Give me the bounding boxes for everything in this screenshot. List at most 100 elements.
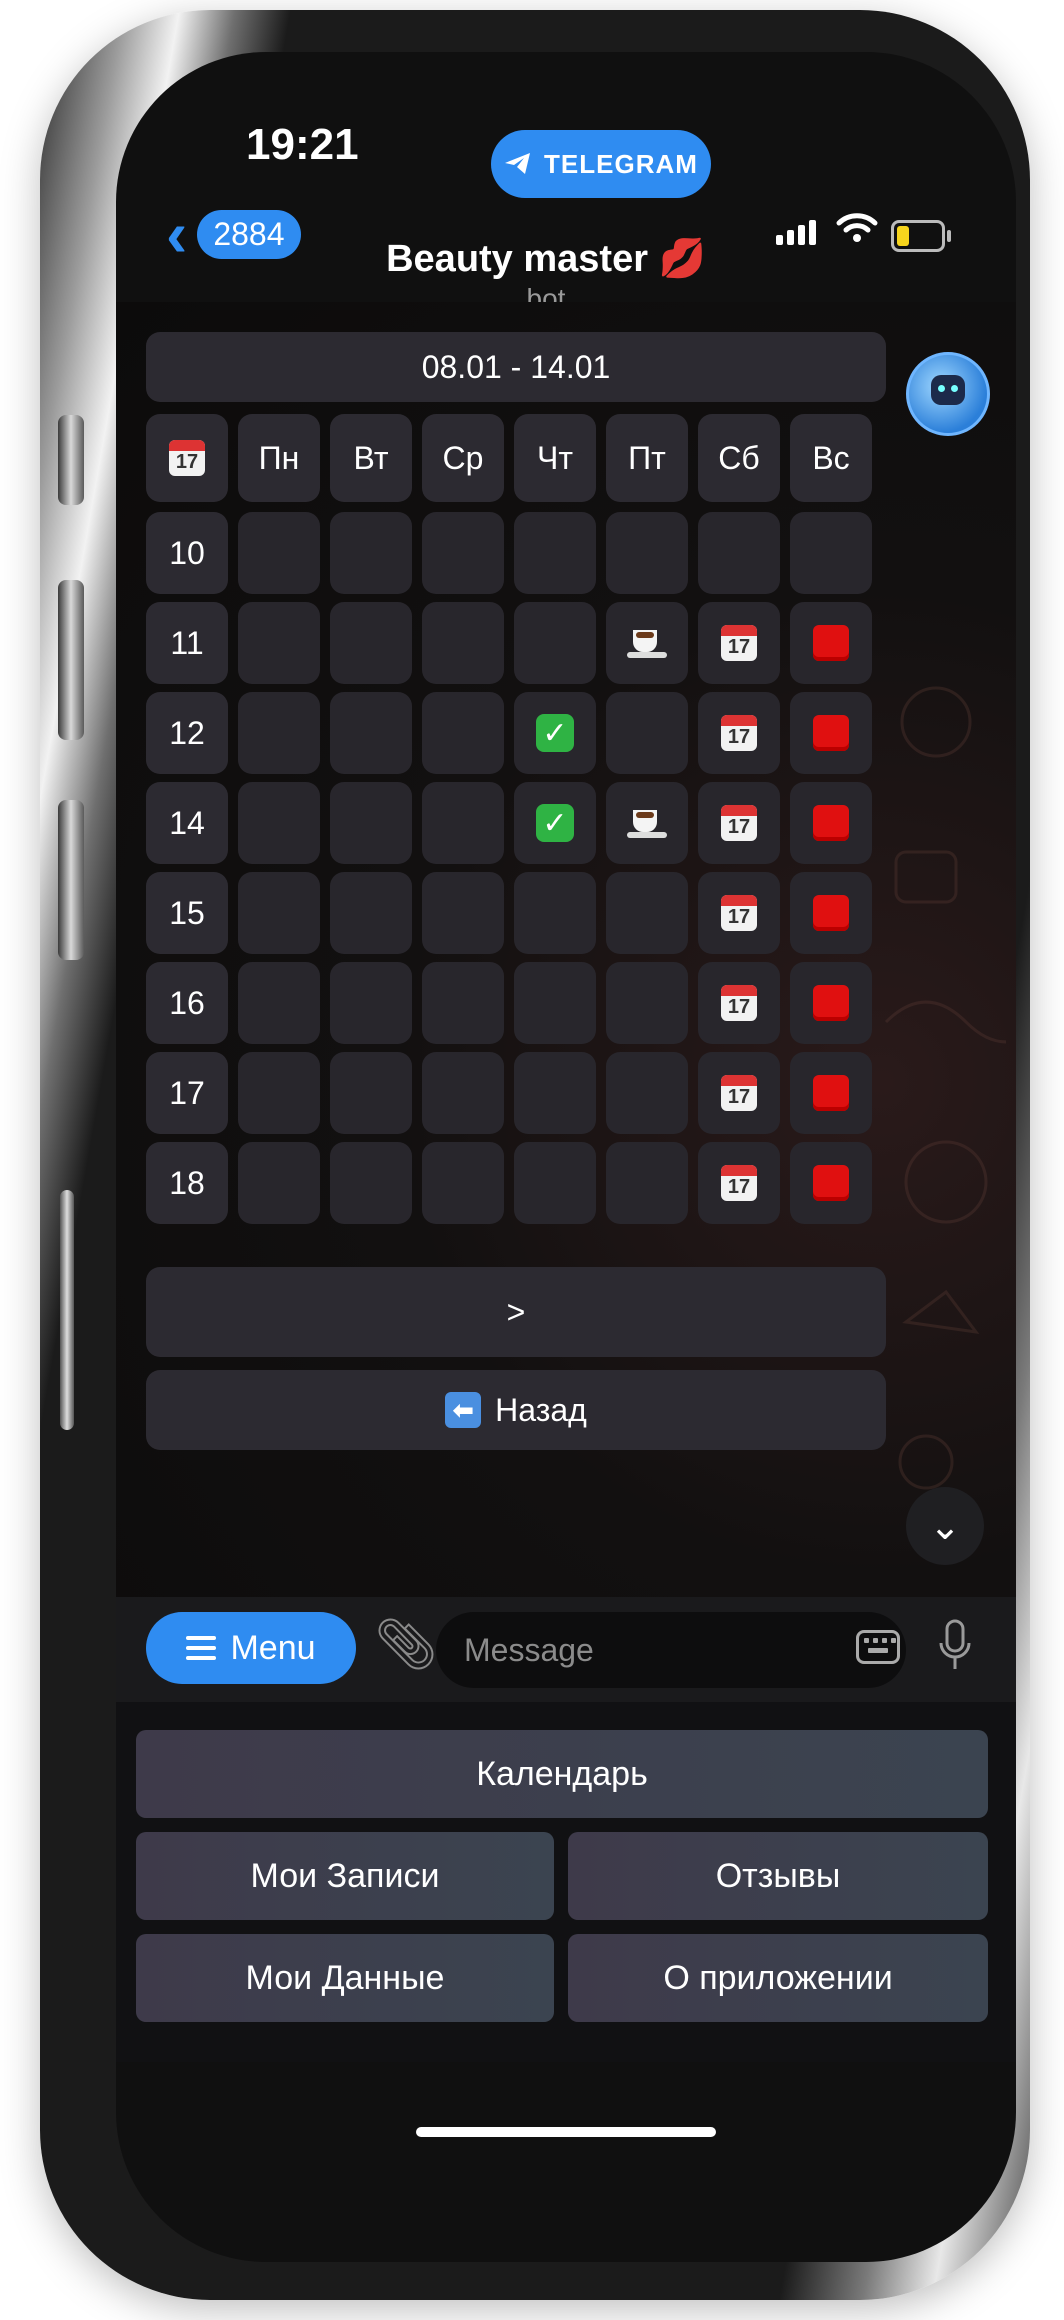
about-button[interactable]: О приложении xyxy=(568,1934,988,2022)
time-slot-button[interactable] xyxy=(330,602,412,684)
time-slot-button[interactable] xyxy=(606,962,688,1044)
time-slot-button[interactable] xyxy=(238,782,320,864)
day-header-button[interactable]: Пт xyxy=(606,414,688,502)
volume-up-button xyxy=(58,580,84,740)
hour-label-button[interactable]: 17 xyxy=(146,1052,228,1134)
red-square-icon xyxy=(813,1165,849,1201)
next-week-button[interactable]: > xyxy=(146,1267,886,1357)
hour-label-button[interactable]: 12 xyxy=(146,692,228,774)
menu-button[interactable]: Menu xyxy=(146,1612,356,1684)
time-slot-button[interactable] xyxy=(606,1142,688,1224)
time-slot-button[interactable] xyxy=(330,1052,412,1134)
red-square-icon xyxy=(813,625,849,661)
time-slot-button[interactable] xyxy=(790,512,872,594)
scroll-down-button[interactable]: ⌄ xyxy=(906,1487,984,1565)
calendar-icon: 17 xyxy=(721,805,757,841)
time-slot-button[interactable]: 17 xyxy=(698,782,780,864)
time-slot-button[interactable] xyxy=(238,962,320,1044)
time-slot-button[interactable]: ✓ xyxy=(514,692,596,774)
coffee-icon xyxy=(627,626,667,660)
time-slot-button[interactable] xyxy=(514,1052,596,1134)
time-slot-button[interactable] xyxy=(238,872,320,954)
time-slot-button[interactable] xyxy=(790,782,872,864)
time-slot-button[interactable] xyxy=(790,692,872,774)
bot-avatar[interactable] xyxy=(906,352,990,436)
time-slot-button[interactable] xyxy=(606,782,688,864)
hour-label-button[interactable]: 16 xyxy=(146,962,228,1044)
time-slot-button[interactable] xyxy=(238,1052,320,1134)
time-slot-button[interactable]: 17 xyxy=(698,692,780,774)
day-header-button[interactable]: Сб xyxy=(698,414,780,502)
attach-icon[interactable]: 📎︎ xyxy=(374,1615,437,1674)
time-slot-button[interactable]: 17 xyxy=(698,1142,780,1224)
hour-label-button[interactable]: 14 xyxy=(146,782,228,864)
robot-icon xyxy=(931,375,965,405)
reviews-label: Отзывы xyxy=(715,1856,841,1895)
time-slot-button[interactable] xyxy=(422,1052,504,1134)
telegram-return-pill[interactable]: TELEGRAM xyxy=(491,130,711,198)
calendar-button[interactable]: Календарь xyxy=(136,1730,988,1818)
time-slot-button[interactable] xyxy=(238,602,320,684)
message-input[interactable] xyxy=(436,1612,906,1688)
time-slot-button[interactable] xyxy=(790,1142,872,1224)
time-slot-button[interactable] xyxy=(422,692,504,774)
time-slot-button[interactable] xyxy=(514,1142,596,1224)
time-slot-button[interactable] xyxy=(606,692,688,774)
time-slot-button[interactable]: ✓ xyxy=(514,782,596,864)
hour-label-button[interactable]: 10 xyxy=(146,512,228,594)
calendar-corner-button[interactable]: 17 xyxy=(146,414,228,502)
time-slot-button[interactable] xyxy=(790,1052,872,1134)
time-slot-button[interactable] xyxy=(422,872,504,954)
time-slot-button[interactable] xyxy=(238,1142,320,1224)
hour-label-button[interactable]: 15 xyxy=(146,872,228,954)
time-slot-button[interactable] xyxy=(790,962,872,1044)
reviews-button[interactable]: Отзывы xyxy=(568,1832,988,1920)
time-slot-button[interactable] xyxy=(238,512,320,594)
keyboard-icon[interactable] xyxy=(856,1630,900,1664)
day-header-label: Вс xyxy=(812,439,850,476)
day-header-button[interactable]: Вс xyxy=(790,414,872,502)
time-slot-button[interactable] xyxy=(422,602,504,684)
mute-switch xyxy=(58,415,84,505)
day-header-button[interactable]: Вт xyxy=(330,414,412,502)
time-slot-button[interactable] xyxy=(698,512,780,594)
time-slot-button[interactable] xyxy=(514,602,596,684)
microphone-icon[interactable] xyxy=(938,1619,972,1673)
my-data-button[interactable]: Мои Данные xyxy=(136,1934,554,2022)
time-slot-button[interactable] xyxy=(422,512,504,594)
time-slot-button[interactable] xyxy=(238,692,320,774)
time-slot-button[interactable] xyxy=(422,782,504,864)
time-slot-button[interactable] xyxy=(330,512,412,594)
time-slot-button[interactable] xyxy=(790,872,872,954)
chevron-left-icon: ‹ xyxy=(166,198,188,270)
time-slot-button[interactable] xyxy=(790,602,872,684)
day-header-button[interactable]: Чт xyxy=(514,414,596,502)
hour-label-button[interactable]: 11 xyxy=(146,602,228,684)
time-slot-button[interactable]: 17 xyxy=(698,962,780,1044)
time-slot-button[interactable] xyxy=(606,512,688,594)
time-slot-button[interactable] xyxy=(514,512,596,594)
time-slot-button[interactable] xyxy=(330,872,412,954)
time-slot-button[interactable] xyxy=(606,872,688,954)
time-slot-button[interactable] xyxy=(330,782,412,864)
back-inline-button[interactable]: ⬅ Назад xyxy=(146,1370,886,1450)
time-slot-button[interactable] xyxy=(330,962,412,1044)
my-bookings-button[interactable]: Мои Записи xyxy=(136,1832,554,1920)
time-slot-button[interactable] xyxy=(422,962,504,1044)
time-slot-button[interactable] xyxy=(330,1142,412,1224)
time-slot-button[interactable] xyxy=(606,1052,688,1134)
hour-label: 16 xyxy=(169,984,205,1021)
day-header-button[interactable]: Ср xyxy=(422,414,504,502)
time-slot-button[interactable]: 17 xyxy=(698,872,780,954)
time-slot-button[interactable]: 17 xyxy=(698,602,780,684)
time-slot-button[interactable] xyxy=(422,1142,504,1224)
time-slot-button[interactable]: 17 xyxy=(698,1052,780,1134)
back-button[interactable]: ‹ 2884 xyxy=(166,202,301,266)
time-slot-button[interactable] xyxy=(514,962,596,1044)
time-slot-button[interactable] xyxy=(606,602,688,684)
time-slot-button[interactable] xyxy=(514,872,596,954)
week-range-button[interactable]: 08.01 - 14.01 xyxy=(146,332,886,402)
time-slot-button[interactable] xyxy=(330,692,412,774)
day-header-button[interactable]: Пн xyxy=(238,414,320,502)
hour-label-button[interactable]: 18 xyxy=(146,1142,228,1224)
